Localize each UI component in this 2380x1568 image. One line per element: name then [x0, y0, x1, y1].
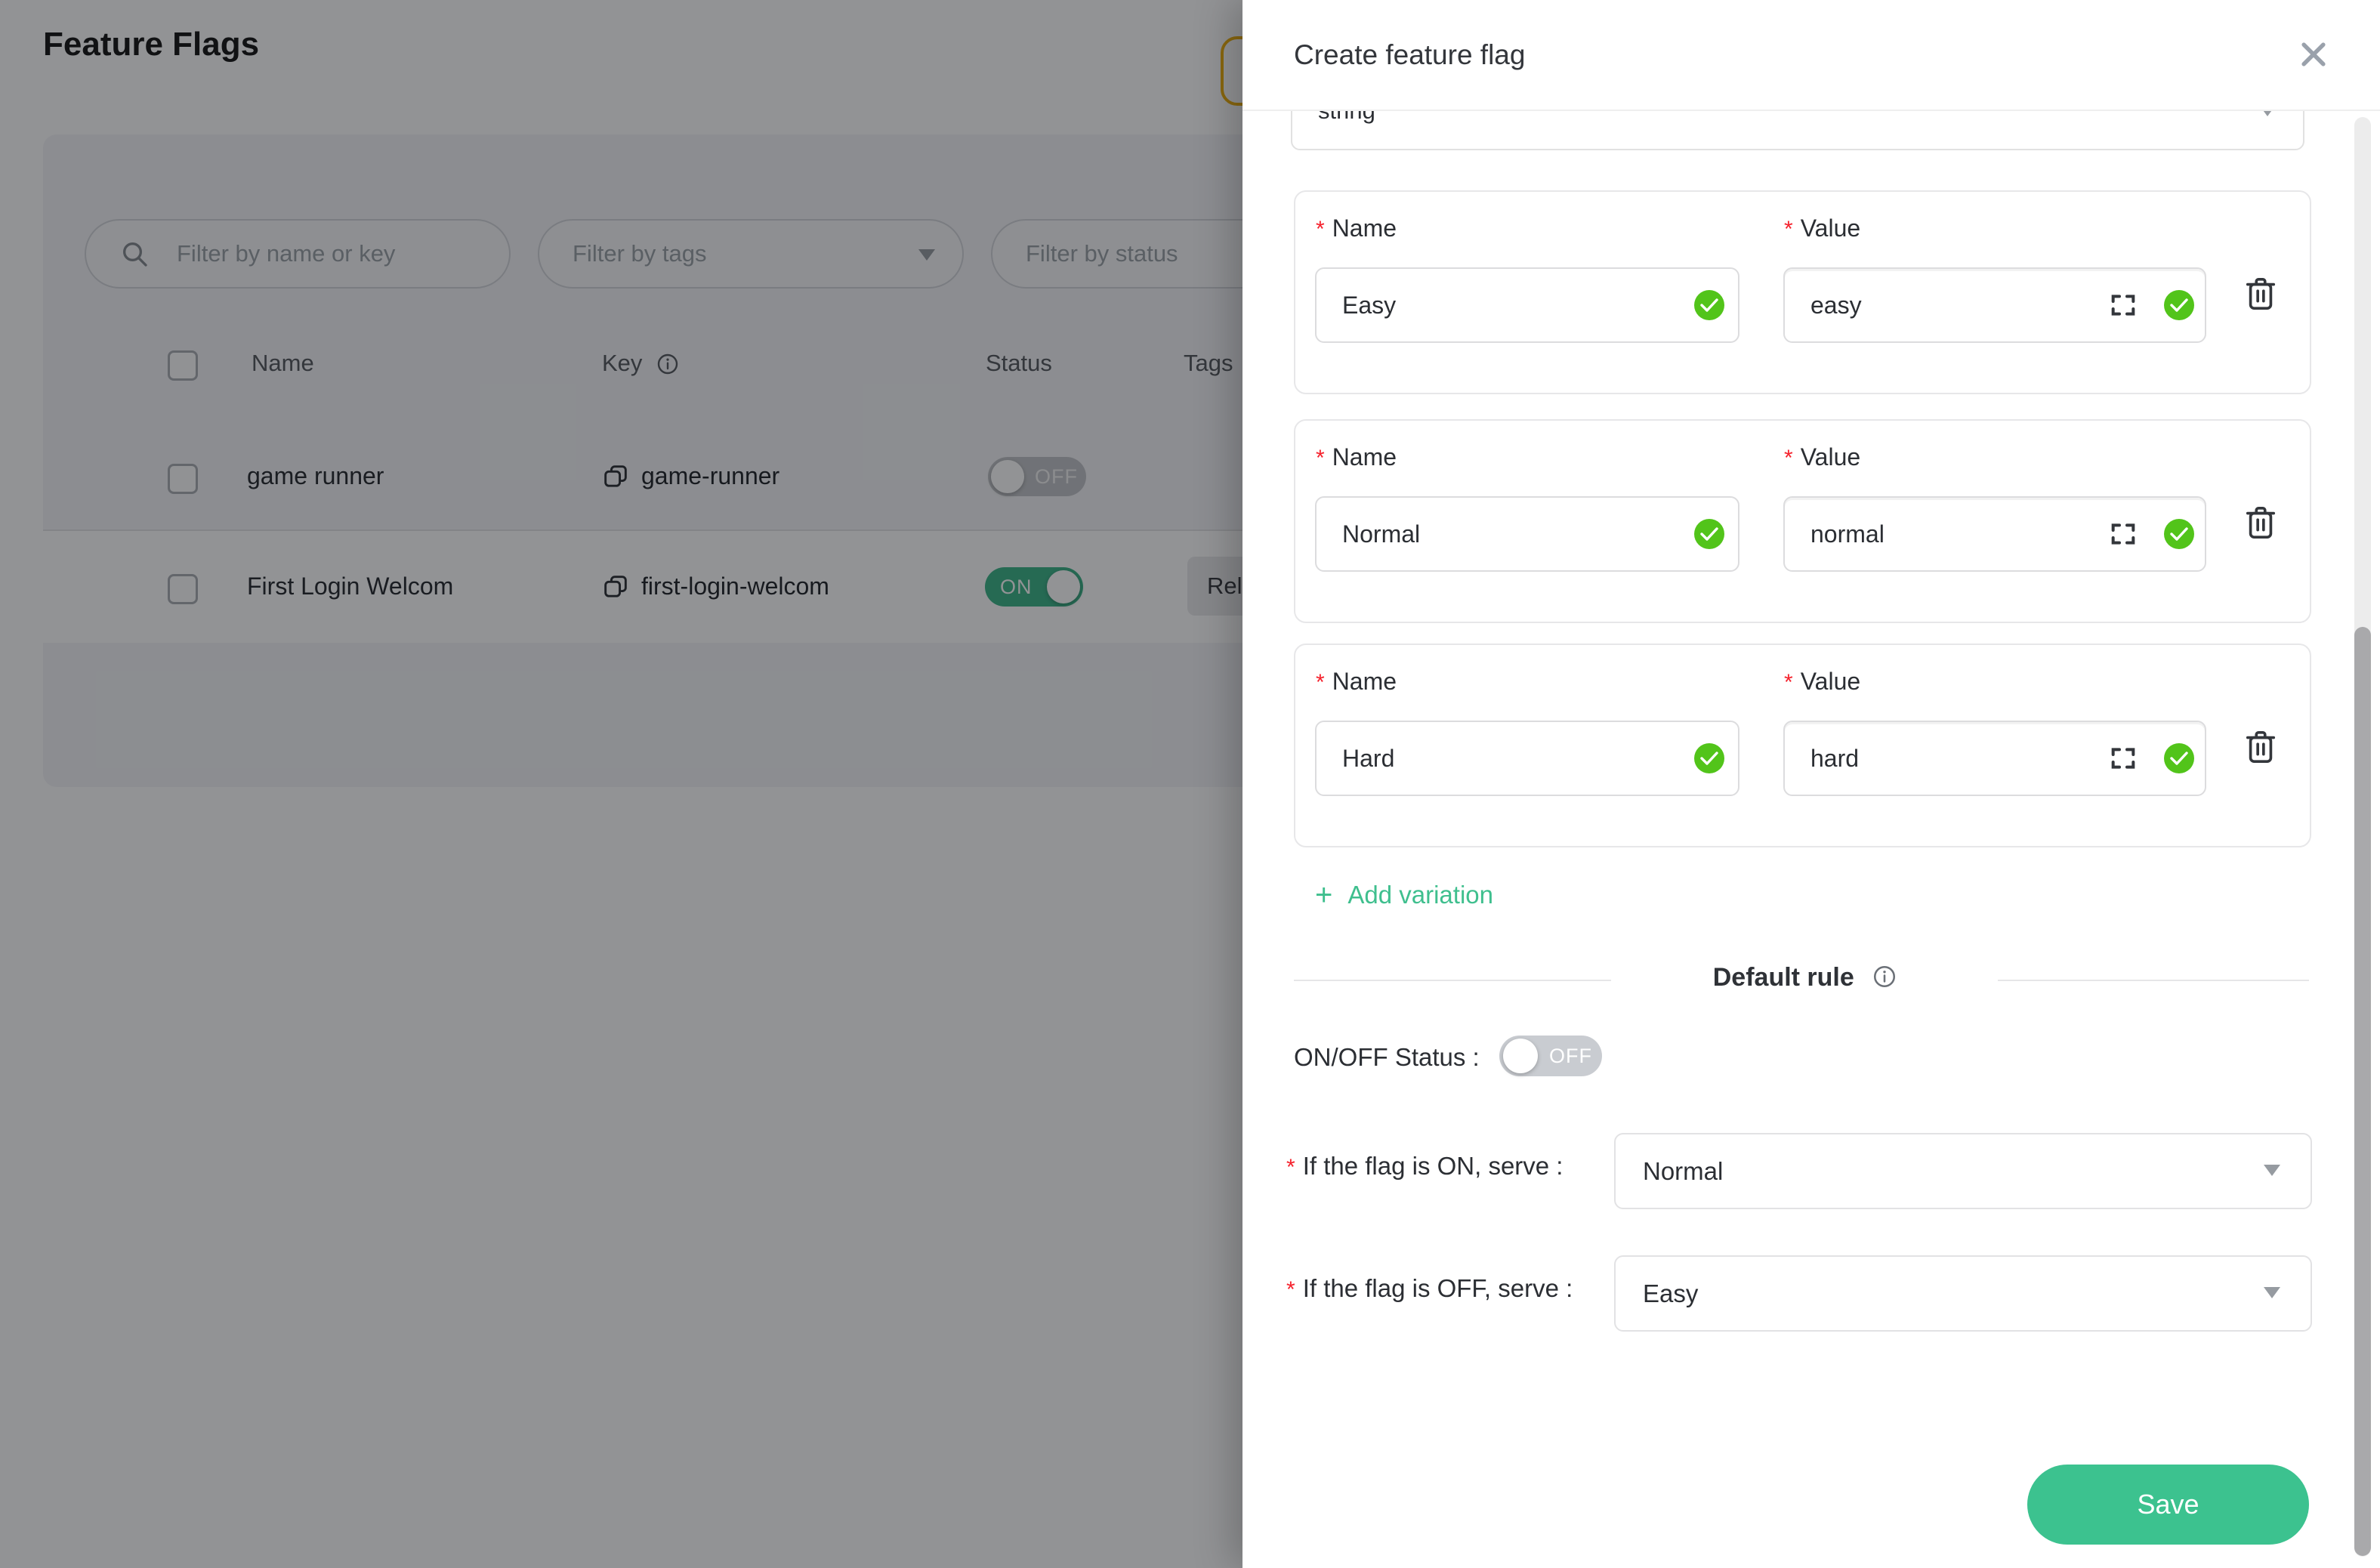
variation-value-value: easy [1810, 269, 1862, 341]
name-label: *Name [1316, 215, 1397, 242]
variation-name-input[interactable]: Easy [1315, 267, 1739, 343]
expand-icon[interactable] [2108, 290, 2138, 320]
variation-type-select[interactable]: string [1291, 111, 2304, 150]
screen: Feature Flags Filter by name or key Filt… [0, 0, 2380, 1568]
delete-variation-icon[interactable] [2243, 728, 2278, 766]
default-rule-heading: Default rule [1590, 963, 2020, 992]
create-flag-drawer: Create feature flag string *Name *Value … [1242, 0, 2380, 1568]
onoff-status-label: ON/OFF Status : [1294, 1037, 1480, 1078]
add-variation-label: Add variation [1347, 881, 1493, 909]
valid-check-icon [2164, 743, 2194, 773]
drawer-body: string *Name *Value Easy easy [1242, 111, 2380, 1568]
valid-check-icon [1694, 743, 1724, 773]
expand-icon[interactable] [2108, 743, 2138, 773]
variation-card: *Name *Value Hard hard [1294, 644, 2311, 847]
valid-check-icon [1694, 290, 1724, 320]
required-mark: * [1784, 217, 1793, 242]
variation-name-value: Normal [1342, 498, 1420, 570]
value-label: *Value [1784, 443, 1860, 471]
value-label: *Value [1784, 668, 1860, 696]
variation-name-value: Hard [1342, 722, 1394, 795]
variation-name-input[interactable]: Hard [1315, 721, 1739, 796]
variation-type-value: string [1318, 111, 1375, 146]
chevron-down-icon [2259, 111, 2276, 116]
plus-icon: + [1315, 878, 1332, 912]
serve-on-label: *If the flag is ON, serve : [1286, 1152, 1563, 1181]
serve-off-select[interactable]: Easy [1614, 1255, 2312, 1332]
variation-card: *Name *Value Easy easy [1294, 190, 2311, 394]
value-label: *Value [1784, 215, 1860, 242]
chevron-down-icon [2264, 1165, 2280, 1176]
name-label: *Name [1316, 443, 1397, 471]
toggle-label: OFF [1549, 1036, 1592, 1076]
save-button[interactable]: Save [2027, 1465, 2309, 1545]
drawer-header: Create feature flag [1242, 0, 2380, 111]
required-mark: * [1286, 1277, 1295, 1302]
variation-card: *Name *Value Normal normal [1294, 419, 2311, 623]
required-mark: * [1316, 446, 1325, 471]
valid-check-icon [2164, 290, 2194, 320]
required-mark: * [1784, 670, 1793, 695]
serve-off-value: Easy [1643, 1257, 1698, 1330]
chevron-down-icon [2264, 1287, 2280, 1298]
toggle-knob [1503, 1039, 1538, 1073]
required-mark: * [1316, 217, 1325, 242]
info-icon [1872, 964, 1897, 989]
delete-variation-icon[interactable] [2243, 504, 2278, 542]
default-rule-toggle[interactable]: OFF [1499, 1036, 1602, 1076]
serve-on-value: Normal [1643, 1134, 1723, 1208]
delete-variation-icon[interactable] [2243, 275, 2278, 313]
serve-off-label: *If the flag is OFF, serve : [1286, 1274, 1573, 1303]
name-label: *Name [1316, 668, 1397, 696]
add-variation-button[interactable]: + Add variation [1315, 878, 1493, 913]
variation-value-input[interactable]: normal [1783, 496, 2206, 572]
variation-name-input[interactable]: Normal [1315, 496, 1739, 572]
divider-line [1294, 980, 1611, 981]
required-mark: * [1286, 1155, 1295, 1180]
required-mark: * [1784, 446, 1793, 471]
variation-name-value: Easy [1342, 269, 1396, 341]
valid-check-icon [2164, 519, 2194, 549]
expand-icon[interactable] [2108, 519, 2138, 549]
divider-line [1998, 980, 2309, 981]
variation-value-value: normal [1810, 498, 1885, 570]
serve-on-select[interactable]: Normal [1614, 1133, 2312, 1209]
close-icon[interactable] [2297, 38, 2330, 71]
variation-value-value: hard [1810, 722, 1859, 795]
required-mark: * [1316, 670, 1325, 695]
drawer-title: Create feature flag [1294, 0, 1525, 110]
scrollbar-thumb[interactable] [2354, 627, 2371, 1556]
variation-value-input[interactable]: easy [1783, 267, 2206, 343]
valid-check-icon [1694, 519, 1724, 549]
variation-value-input[interactable]: hard [1783, 721, 2206, 796]
